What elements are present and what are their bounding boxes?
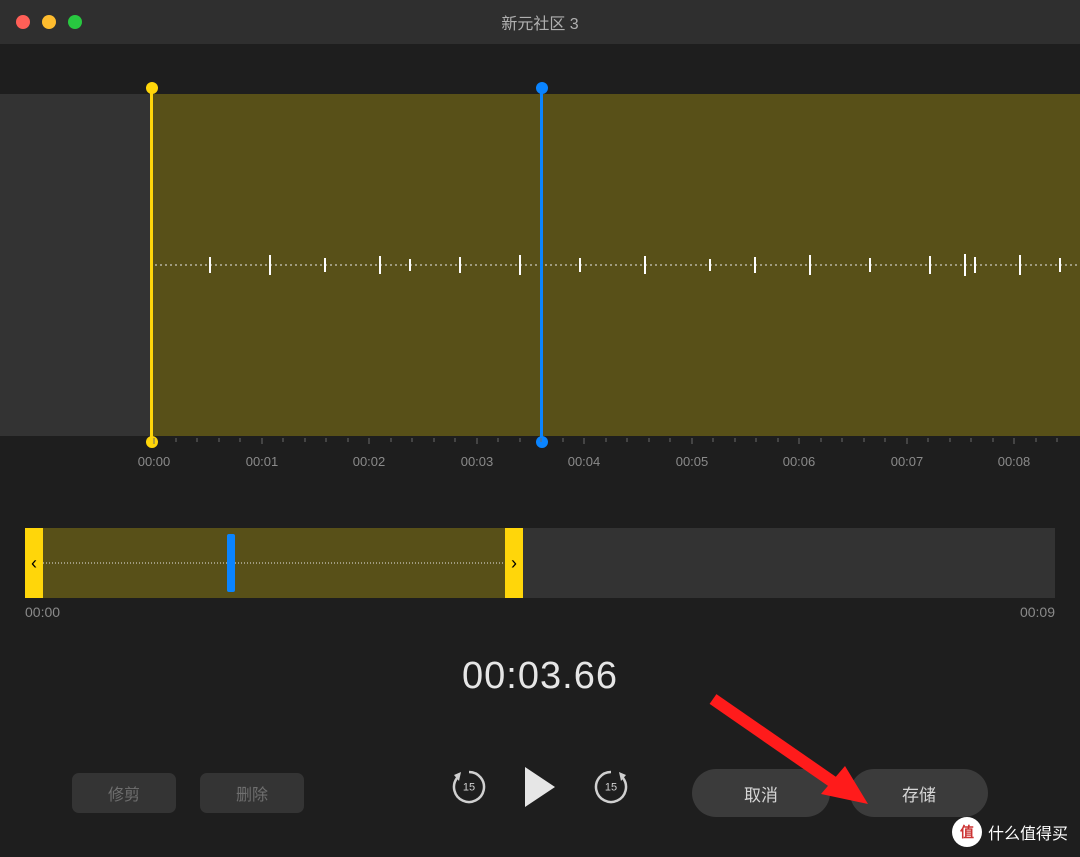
- cancel-button-label: 取消: [744, 781, 778, 806]
- save-button-label: 存储: [902, 781, 936, 806]
- current-time-display: 00:03.66: [462, 655, 618, 698]
- playhead[interactable]: [540, 88, 543, 442]
- skip-forward-button[interactable]: 15: [593, 769, 629, 805]
- watermark: 值 什么值得买: [952, 817, 1068, 847]
- watermark-badge-icon: 值: [952, 817, 982, 847]
- maximize-window-button[interactable]: [68, 15, 82, 29]
- overview-track[interactable]: ‹ ›: [25, 528, 1055, 598]
- ruler-tick-label: 00:06: [783, 454, 816, 469]
- control-bar: 修剪 删除 15 15 取消 存储: [0, 765, 1080, 821]
- playback-controls: 15 15: [451, 767, 629, 807]
- save-button[interactable]: 存储: [850, 769, 988, 817]
- window-title: 新元社区 3: [501, 10, 578, 34]
- ruler-tick-label: 00:07: [891, 454, 924, 469]
- ruler-tick-label: 00:01: [246, 454, 279, 469]
- time-ruler: 00:00 00:01 00:02 00:03 00:04 00:05 00:0…: [0, 438, 1080, 474]
- play-button[interactable]: [525, 767, 555, 807]
- delete-button[interactable]: 删除: [200, 773, 304, 813]
- ruler-tick-label: 00:03: [461, 454, 494, 469]
- waveform-graphic: [150, 245, 1080, 285]
- delete-button-label: 删除: [236, 781, 268, 805]
- ruler-tick-label: 00:04: [568, 454, 601, 469]
- waveform-zoom-track[interactable]: [0, 94, 1080, 436]
- trim-end-handle[interactable]: ›: [505, 528, 523, 598]
- skip-fwd-seconds: 15: [605, 782, 617, 794]
- overview-end-label: 00:09: [1020, 604, 1055, 620]
- trim-button-label: 修剪: [108, 781, 140, 805]
- trim-button[interactable]: 修剪: [72, 773, 176, 813]
- overview-start-label: 00:00: [25, 604, 60, 620]
- overview-playhead[interactable]: [227, 534, 235, 592]
- titlebar: 新元社区 3: [0, 0, 1080, 44]
- overview-waveform-graphic: [43, 553, 505, 573]
- ruler-tick-label: 00:02: [353, 454, 386, 469]
- waveform-editor: 00:00 00:01 00:02 00:03 00:04 00:05 00:0…: [0, 44, 1080, 474]
- selection-start-handle[interactable]: [150, 88, 153, 442]
- cancel-button[interactable]: 取消: [692, 769, 830, 817]
- skip-back-button[interactable]: 15: [451, 769, 487, 805]
- ruler-tick-label: 00:08: [998, 454, 1031, 469]
- ruler-labels: 00:00 00:01 00:02 00:03 00:04 00:05 00:0…: [0, 454, 1080, 470]
- close-window-button[interactable]: [16, 15, 30, 29]
- ruler-tick-label: 00:00: [138, 454, 171, 469]
- trim-start-handle[interactable]: ‹: [25, 528, 43, 598]
- skip-back-seconds: 15: [463, 782, 475, 794]
- overview-time-labels: 00:00 00:09: [25, 604, 1055, 624]
- minimize-window-button[interactable]: [42, 15, 56, 29]
- watermark-text: 什么值得买: [988, 820, 1068, 844]
- traffic-lights: [16, 15, 82, 29]
- ruler-tick-label: 00:05: [676, 454, 709, 469]
